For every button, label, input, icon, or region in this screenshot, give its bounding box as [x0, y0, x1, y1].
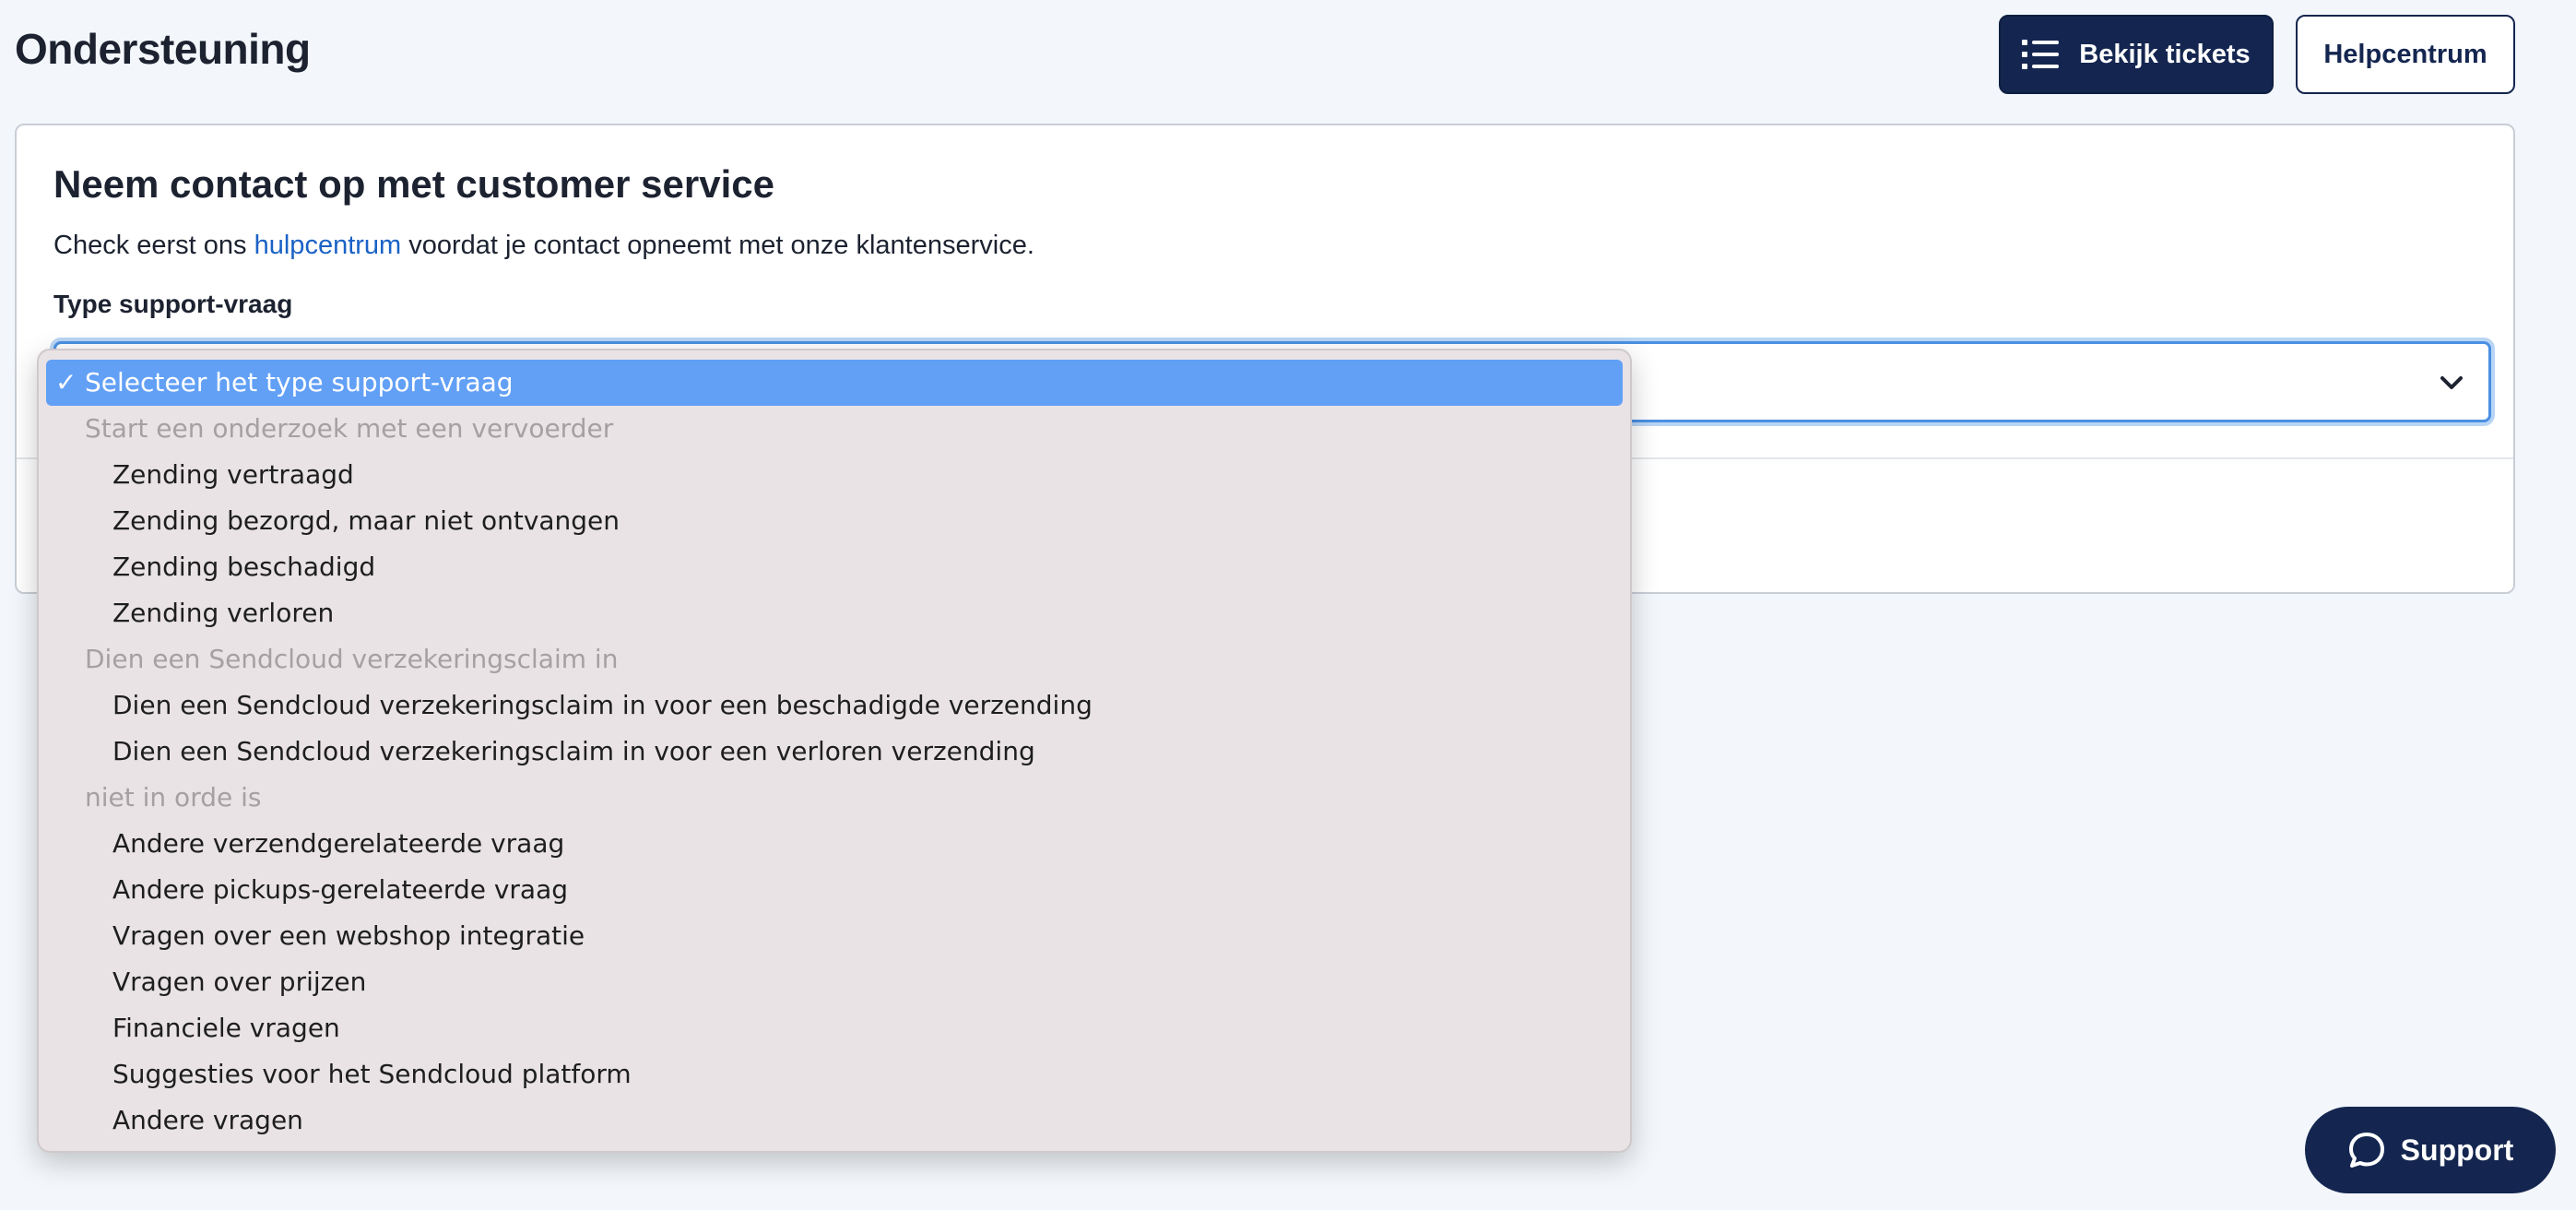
dropdown-option[interactable]: Vragen over prijzen [39, 959, 1630, 1005]
support-button-label: Support [2400, 1133, 2514, 1167]
dropdown-option[interactable]: Andere verzendgerelateerde vraag [39, 821, 1630, 867]
view-tickets-label: Bekijk tickets [2079, 39, 2251, 69]
dropdown-option[interactable]: Zending verloren [39, 590, 1630, 636]
support-chat-button[interactable]: Support [2305, 1107, 2556, 1193]
view-tickets-button[interactable]: Bekijk tickets [1999, 15, 2274, 94]
dropdown-option[interactable]: Suggesties voor het Sendcloud platform [39, 1051, 1630, 1097]
page-title: Ondersteuning [15, 25, 311, 73]
dropdown-option-selected[interactable]: ✓ Selecteer het type support-vraag [46, 360, 1623, 406]
dropdown-option[interactable]: Zending beschadigd [39, 544, 1630, 590]
dropdown-group-label: Dien een Sendcloud verzekeringsclaim in [85, 644, 619, 674]
chevron-down-icon [2435, 366, 2468, 404]
help-center-label: Helpcentrum [2323, 39, 2487, 69]
dropdown-option[interactable]: Zending vertraagd [39, 452, 1630, 498]
intro-text-before: Check eerst ons [53, 231, 254, 260]
support-type-dropdown: ✓ Selecteer het type support-vraag Start … [37, 349, 1632, 1153]
dropdown-option[interactable]: Financiele vragen [39, 1005, 1630, 1051]
chat-bubble-icon [2347, 1131, 2386, 1169]
intro-text-after: voordat je contact opneemt met onze klan… [401, 231, 1034, 260]
support-type-label: Type support-vraag [53, 290, 293, 318]
help-center-link[interactable]: hulpcentrum [254, 231, 402, 260]
dropdown-option[interactable]: Vragen over een webshop integratie [39, 913, 1630, 959]
dropdown-group-label: Start een onderzoek met een vervoerder [85, 413, 614, 444]
card-intro-text: Check eerst ons hulpcentrum voordat je c… [53, 231, 1034, 261]
checkmark-icon: ✓ [55, 367, 77, 397]
dropdown-option[interactable]: Dien een Sendcloud verzekeringsclaim in … [39, 682, 1630, 729]
dropdown-option[interactable]: Zending bezorgd, maar niet ontvangen [39, 498, 1630, 544]
list-icon [2022, 39, 2060, 70]
dropdown-option[interactable]: Dien een Sendcloud verzekeringsclaim in … [39, 729, 1630, 775]
dropdown-group-label: niet in orde is [85, 782, 262, 813]
dropdown-option[interactable]: Andere pickups-gerelateerde vraag [39, 867, 1630, 913]
card-title: Neem contact op met customer service [53, 162, 774, 206]
dropdown-option[interactable]: Andere vragen [39, 1097, 1630, 1144]
help-center-button[interactable]: Helpcentrum [2296, 15, 2515, 94]
selected-option-label: Selecteer het type support-vraag [85, 367, 514, 397]
